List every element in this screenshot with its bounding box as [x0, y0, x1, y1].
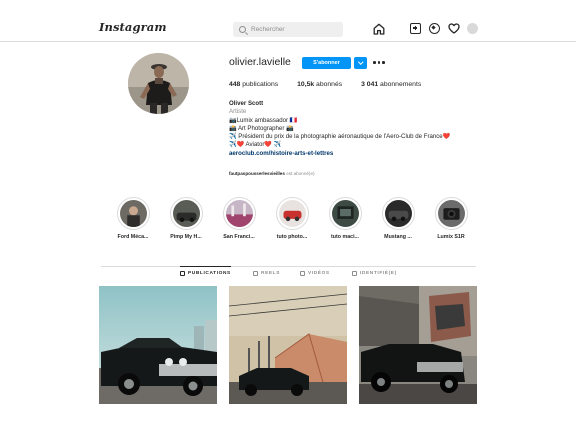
- tab-publications[interactable]: PUBLICATIONS: [180, 266, 231, 276]
- profile-stats: 448 publications 10,5k abonnés 3 041 abo…: [229, 81, 421, 88]
- profile-avatar[interactable]: [128, 53, 189, 114]
- tab-reels[interactable]: REELS: [253, 271, 280, 276]
- follow-button[interactable]: S'abonner: [302, 57, 351, 69]
- following-count[interactable]: 3 041 abonnements: [361, 81, 421, 88]
- highlight-cover: [278, 200, 306, 227]
- tab-tagged[interactable]: IDENTIFIÉ(E): [352, 271, 397, 276]
- publications-count: 448 publications: [229, 81, 279, 88]
- highlight-label: Ford Méca...: [117, 234, 149, 240]
- bio-line: 📸 Art Photographer 📸: [229, 124, 294, 132]
- highlight-label: Lumix S1R: [437, 234, 465, 240]
- highlight-item[interactable]: Ford Méca...: [113, 197, 153, 240]
- highlight-cover: [437, 200, 465, 227]
- video-icon: [300, 271, 305, 276]
- new-post-icon[interactable]: [410, 23, 421, 34]
- more-options-icon[interactable]: [373, 61, 385, 65]
- tabs-divider: [101, 266, 476, 267]
- tab-videos[interactable]: VIDÉOS: [300, 271, 330, 276]
- highlight-cover: [331, 200, 359, 227]
- bio-full-name: Oliver Scott: [229, 100, 264, 107]
- followers-count[interactable]: 10,5k abonnés: [297, 81, 342, 88]
- profile-bio: Oliver Scott Artiste 📷Lumix ambassador 🇫…: [229, 100, 450, 158]
- user-avatar[interactable]: [467, 23, 478, 34]
- highlight-item[interactable]: tuto maci...: [325, 197, 365, 240]
- home-icon[interactable]: [373, 23, 385, 35]
- heart-icon[interactable]: [448, 23, 460, 34]
- highlight-cover: [119, 200, 147, 227]
- highlight-item[interactable]: Pimp My H...: [166, 197, 206, 240]
- grid-icon: [180, 271, 185, 276]
- reels-icon: [253, 271, 258, 276]
- highlight-label: tuto maci...: [331, 234, 359, 240]
- top-nav-bar: Instagram Rechercher: [0, 0, 576, 42]
- highlight-label: tuto photo...: [276, 234, 308, 240]
- highlight-item[interactable]: San Franci...: [219, 197, 259, 240]
- followed-by-text[interactable]: fautpaspousserlesvieilles est abonné(e): [229, 171, 315, 176]
- highlight-cover: [384, 200, 412, 227]
- bio-website-link[interactable]: aeroclub.com/histoire-arts-et-lettres: [229, 150, 450, 158]
- explore-icon[interactable]: [429, 23, 440, 34]
- bio-line: 📷Lumix ambassador 🇫🇷: [229, 116, 298, 124]
- search-icon: [239, 26, 246, 33]
- post-thumbnail[interactable]: [229, 286, 347, 404]
- highlight-cover: [225, 200, 253, 227]
- search-placeholder: Rechercher: [251, 26, 285, 33]
- post-thumbnail[interactable]: [99, 286, 217, 404]
- highlight-item[interactable]: Mustang ...: [378, 197, 418, 240]
- highlight-label: San Franci...: [223, 234, 255, 240]
- chevron-down-icon: [358, 59, 363, 65]
- bio-category: Artiste: [229, 108, 247, 116]
- suggested-accounts-button[interactable]: [354, 57, 367, 69]
- highlight-item[interactable]: Lumix S1R: [431, 197, 471, 240]
- highlight-label: Mustang ...: [384, 234, 412, 240]
- bio-line: ✈️❤️ Aviator❤️ ✈️: [229, 141, 282, 149]
- highlight-cover: [172, 200, 200, 227]
- tagged-icon: [352, 271, 357, 276]
- profile-username: olivier.lavielle: [229, 56, 291, 68]
- post-thumbnail[interactable]: [359, 286, 477, 404]
- highlight-item[interactable]: tuto photo...: [272, 197, 312, 240]
- story-highlights: Ford Méca... Pimp My H... San Franci... …: [113, 197, 483, 247]
- search-input[interactable]: Rechercher: [233, 22, 343, 37]
- instagram-logo[interactable]: Instagram: [99, 20, 167, 34]
- highlight-label: Pimp My H...: [170, 234, 202, 240]
